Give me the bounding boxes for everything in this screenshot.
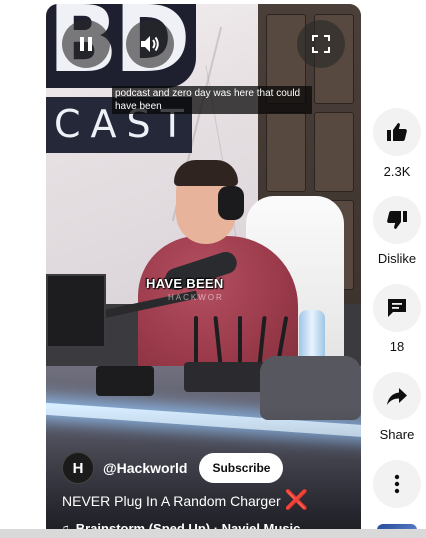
comment-icon: [388, 299, 406, 317]
channel-avatar-letter: H: [72, 459, 84, 477]
comments-button[interactable]: [373, 284, 421, 332]
share-label: Share: [379, 427, 415, 442]
scene-router-antenna: [194, 316, 198, 366]
dislike-label: Dislike: [377, 251, 417, 266]
share-arrow-icon: [387, 388, 407, 405]
dislike-button[interactable]: [373, 196, 421, 244]
channel-handle-link[interactable]: @Hackworld: [103, 460, 187, 476]
more-vertical-icon: [394, 474, 400, 494]
scene-headphones: [218, 186, 244, 220]
comment-count: 18: [389, 339, 405, 354]
fullscreen-icon: [312, 35, 330, 53]
fullscreen-button[interactable]: [297, 20, 345, 68]
burned-in-subtitle: HAVE BEEN: [146, 276, 224, 291]
video-title-text: NEVER Plug In A Random Charger: [62, 493, 281, 509]
shorts-page: BD CAST podcast and zero day was here th…: [0, 0, 426, 538]
scene-person-hair: [174, 160, 238, 186]
like-button[interactable]: [373, 108, 421, 156]
thumbs-up-icon: [387, 123, 407, 141]
scene-safe-door: [266, 112, 306, 192]
video-watermark: HACKWOR: [168, 293, 224, 302]
short-video-player[interactable]: BD CAST podcast and zero day was here th…: [46, 4, 361, 538]
scene-router-antenna: [238, 316, 242, 366]
video-title[interactable]: NEVER Plug In A Random Charger ❌: [62, 490, 309, 511]
more-options-button[interactable]: [373, 460, 421, 508]
scene-safe-door: [314, 112, 354, 192]
horizontal-scrollbar[interactable]: [0, 529, 426, 538]
pause-button[interactable]: [62, 20, 110, 68]
scene-monitor: [46, 274, 106, 348]
volume-icon: [141, 36, 159, 52]
like-count: 2.3K: [383, 164, 411, 179]
volume-button[interactable]: [126, 20, 174, 68]
closed-caption: podcast and zero day was here that could…: [112, 86, 312, 114]
cross-mark-emoji: ❌: [284, 490, 309, 511]
thumbs-down-icon: [387, 211, 407, 229]
share-button[interactable]: [373, 372, 421, 420]
channel-row: H @Hackworld Subscribe: [62, 452, 284, 484]
scene-device: [96, 366, 154, 396]
pause-icon: [80, 37, 92, 51]
subscribe-button[interactable]: Subscribe: [199, 453, 284, 483]
channel-avatar[interactable]: H: [62, 452, 94, 484]
